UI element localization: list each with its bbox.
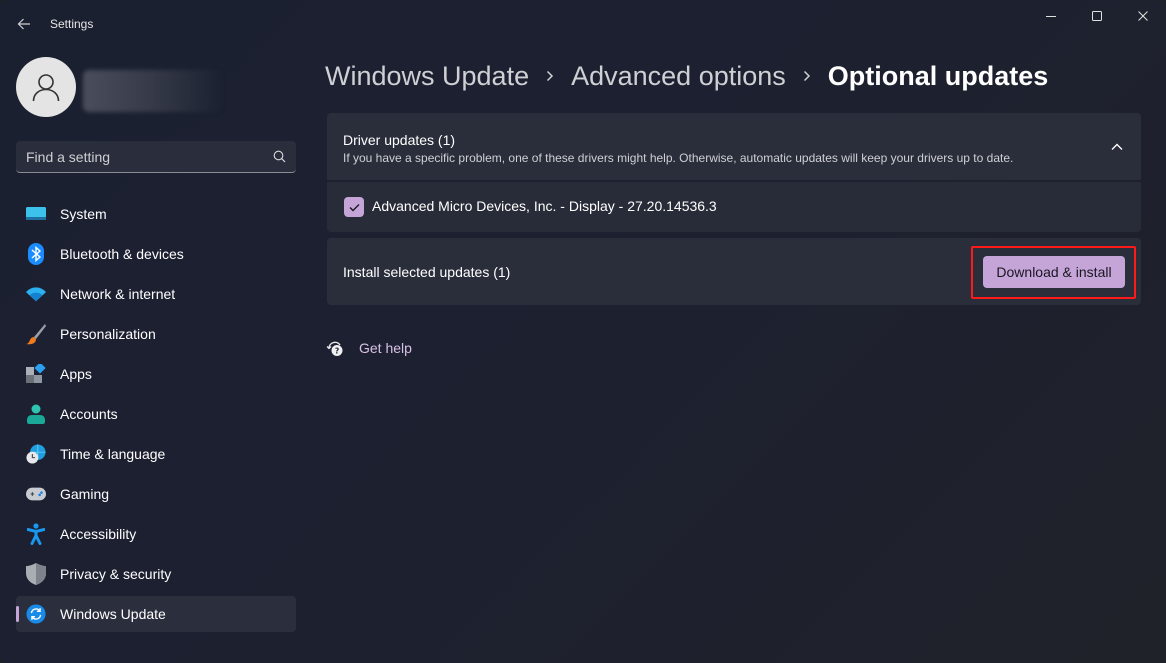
settings-window: Settings System Bluetooth & devices — [0, 0, 1166, 663]
search-box[interactable] — [16, 141, 296, 173]
sidebar-item-gaming[interactable]: Gaming — [16, 476, 296, 512]
close-icon — [1138, 11, 1148, 21]
profile-name-redacted — [83, 70, 223, 112]
driver-update-label: Advanced Micro Devices, Inc. - Display -… — [372, 198, 717, 214]
svg-text:?: ? — [335, 346, 339, 355]
search-input[interactable] — [26, 148, 273, 165]
maximize-icon — [1092, 11, 1102, 21]
sidebar-item-personalization[interactable]: Personalization — [16, 316, 296, 352]
globe-clock-icon — [26, 444, 46, 464]
driver-updates-description: If you have a specific problem, one of t… — [343, 151, 1014, 165]
install-selected-label: Install selected updates (1) — [343, 264, 511, 280]
driver-updates-header[interactable]: Driver updates (1) If you have a specifi… — [327, 113, 1141, 180]
sidebar-item-bluetooth[interactable]: Bluetooth & devices — [16, 236, 296, 272]
chevron-up-icon — [1111, 143, 1123, 150]
driver-updates-title: Driver updates (1) — [343, 132, 456, 148]
shield-icon — [26, 563, 46, 585]
sync-icon — [26, 604, 46, 624]
breadcrumb: Windows Update Advanced options Optional… — [325, 58, 1048, 94]
minimize-button[interactable] — [1028, 0, 1074, 32]
back-button[interactable] — [12, 12, 36, 36]
maximize-button[interactable] — [1074, 0, 1120, 32]
chevron-right-icon — [786, 70, 828, 82]
collapse-button[interactable] — [1107, 137, 1127, 157]
sidebar-item-system[interactable]: System — [16, 196, 296, 232]
download-install-button[interactable]: Download & install — [983, 256, 1125, 288]
minimize-icon — [1046, 16, 1056, 17]
sidebar-item-apps[interactable]: Apps — [16, 356, 296, 392]
app-title: Settings — [50, 17, 94, 31]
brush-icon — [26, 324, 46, 345]
gamepad-icon — [26, 484, 46, 504]
monitor-icon — [26, 204, 46, 224]
breadcrumb-windows-update[interactable]: Windows Update — [325, 61, 529, 92]
page-title: Optional updates — [827, 60, 1049, 91]
arrow-left-icon — [17, 18, 30, 30]
account-icon — [26, 404, 46, 424]
get-help-link[interactable]: ? Get help — [325, 338, 412, 358]
help-chat-icon: ? — [325, 338, 345, 358]
sidebar-nav: System Bluetooth & devices Network & int… — [16, 196, 296, 636]
sidebar-item-network[interactable]: Network & internet — [16, 276, 296, 312]
sidebar-item-accounts[interactable]: Accounts — [16, 396, 296, 432]
title-bar: Settings — [0, 0, 1166, 48]
user-profile[interactable] — [16, 57, 296, 117]
sidebar-item-privacy-security[interactable]: Privacy & security — [16, 556, 296, 592]
driver-update-checkbox[interactable] — [344, 197, 364, 217]
sidebar-item-accessibility[interactable]: Accessibility — [16, 516, 296, 552]
checkmark-icon — [349, 203, 359, 211]
bluetooth-icon — [26, 243, 46, 265]
sidebar-item-windows-update[interactable]: Windows Update — [16, 596, 296, 632]
accessibility-icon — [26, 523, 46, 545]
close-button[interactable] — [1120, 0, 1166, 32]
avatar[interactable] — [16, 57, 76, 117]
apps-icon — [26, 364, 46, 384]
breadcrumb-advanced-options[interactable]: Advanced options — [571, 61, 786, 92]
search-icon[interactable] — [273, 150, 286, 163]
sidebar-item-time-language[interactable]: Time & language — [16, 436, 296, 472]
wifi-icon — [26, 284, 46, 304]
person-icon — [32, 74, 60, 102]
driver-update-item: Advanced Micro Devices, Inc. - Display -… — [327, 182, 1141, 232]
chevron-right-icon — [529, 70, 571, 82]
